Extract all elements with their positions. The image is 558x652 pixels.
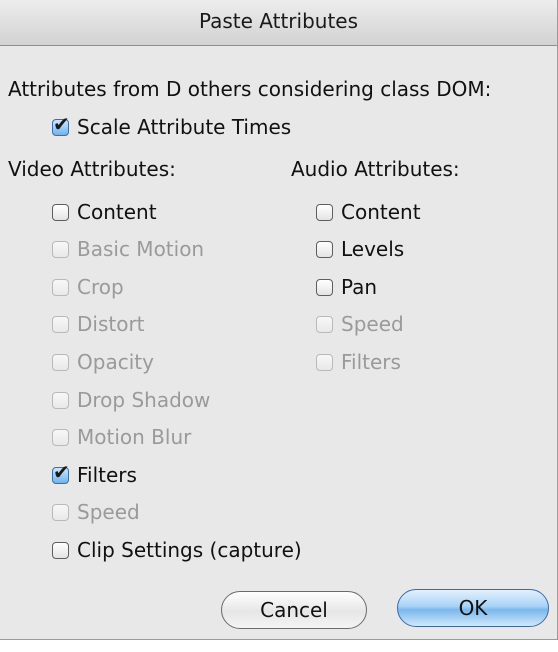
dialog-titlebar: Paste Attributes <box>0 0 557 46</box>
checkbox-label: Pan <box>341 275 378 299</box>
checkbox-label: Speed <box>77 500 140 524</box>
checkbox-label: Drop Shadow <box>77 388 211 412</box>
audio-content-checkbox[interactable]: Content <box>316 199 421 225</box>
checkmark-icon: ✔ <box>53 111 70 136</box>
checkbox-label: Levels <box>341 237 405 261</box>
checkbox-label: Filters <box>341 350 401 374</box>
video-drop-shadow-checkbox: Drop Shadow <box>52 387 210 413</box>
ok-button[interactable]: OK <box>397 589 549 627</box>
checkbox-box <box>316 353 333 371</box>
checkbox-box <box>52 391 69 409</box>
checkbox-box <box>52 315 69 333</box>
checkbox-label: Filters <box>77 463 137 487</box>
video-filters-checkbox[interactable]: ✔ Filters <box>52 460 137 488</box>
audio-levels-checkbox[interactable]: Levels <box>316 236 404 262</box>
attributes-header-text: Attributes from D others considering cla… <box>8 77 492 101</box>
checkbox-box <box>52 541 69 559</box>
checkbox-label: Content <box>77 200 157 224</box>
checkbox-box <box>316 203 333 221</box>
video-speed-checkbox: Speed <box>52 499 140 525</box>
checkbox-box <box>52 278 69 296</box>
video-distort-checkbox: Distort <box>52 311 145 337</box>
clip-settings-checkbox[interactable]: Clip Settings (capture) <box>52 537 302 563</box>
checkbox-label: Motion Blur <box>77 425 192 449</box>
video-attributes-heading: Video Attributes: <box>8 157 176 181</box>
checkmark-icon: ✔ <box>53 459 70 484</box>
checkbox-label: Basic Motion <box>77 237 205 261</box>
video-crop-checkbox: Crop <box>52 274 124 300</box>
checkbox-box: ✔ <box>52 460 70 484</box>
paste-attributes-dialog: Paste Attributes Attributes from D other… <box>0 0 558 640</box>
checkbox-box <box>52 503 69 521</box>
checkbox-box <box>52 240 69 258</box>
video-opacity-checkbox: Opacity <box>52 349 154 375</box>
video-motion-blur-checkbox: Motion Blur <box>52 424 191 450</box>
audio-attributes-heading: Audio Attributes: <box>291 157 460 181</box>
checkbox-box <box>316 315 333 333</box>
cancel-button[interactable]: Cancel <box>221 591 367 629</box>
checkbox-label: Content <box>341 200 421 224</box>
checkbox-label: Clip Settings (capture) <box>77 538 302 562</box>
scale-attribute-times-checkbox[interactable]: ✔ Scale Attribute Times <box>52 112 292 140</box>
video-basic-motion-checkbox: Basic Motion <box>52 236 204 262</box>
checkbox-box <box>52 203 69 221</box>
checkbox-label: Distort <box>77 312 145 336</box>
audio-speed-checkbox: Speed <box>316 311 404 337</box>
checkbox-box <box>52 353 69 371</box>
page: Paste Attributes Attributes from D other… <box>0 0 558 652</box>
checkbox-box <box>316 240 333 258</box>
dialog-title: Paste Attributes <box>198 9 359 33</box>
audio-pan-checkbox[interactable]: Pan <box>316 274 377 300</box>
checkbox-box: ✔ <box>52 112 70 136</box>
audio-filters-checkbox: Filters <box>316 349 401 375</box>
checkbox-label: Speed <box>341 312 404 336</box>
video-content-checkbox[interactable]: Content <box>52 199 157 225</box>
checkbox-box <box>316 278 333 296</box>
checkbox-label: Scale Attribute Times <box>77 115 292 139</box>
checkbox-label: Crop <box>77 275 124 299</box>
checkbox-box <box>52 428 69 446</box>
checkbox-label: Opacity <box>77 350 154 374</box>
